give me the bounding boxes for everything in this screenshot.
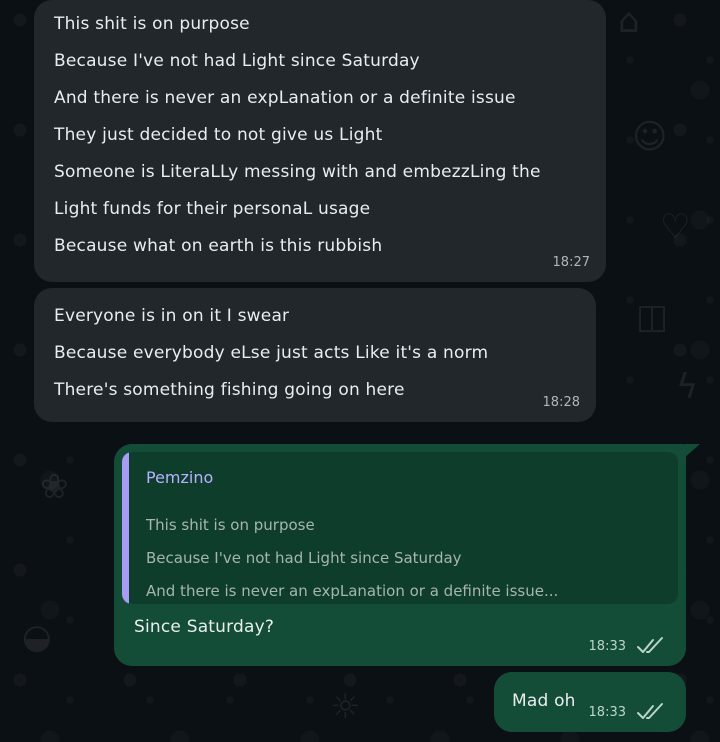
message-text-line: Because everybody eLse just acts Like it… <box>54 343 489 363</box>
smiley-icon: ☺ <box>632 117 668 157</box>
double-check-read-icon <box>637 703 663 719</box>
quote-author: Pemzino <box>146 468 214 487</box>
paw-icon: ❀ <box>40 467 69 507</box>
quote-text-line: This shit is on purpose <box>146 516 315 534</box>
quote-accent-bar <box>122 452 129 604</box>
quote-text-line: And there is never an expLanation or a d… <box>146 582 559 600</box>
message-text-line: Because I've not had Light since Saturda… <box>54 51 420 71</box>
camera-icon: ◫ <box>636 297 669 337</box>
incoming-message[interactable]: Everyone is in on it I swear Because eve… <box>34 288 596 422</box>
message-text: Mad oh <box>512 691 576 711</box>
outgoing-message[interactable]: Mad oh 18:33 <box>494 672 686 732</box>
lightning-icon: ϟ <box>676 367 699 407</box>
quoted-message[interactable]: Pemzino This shit is on purpose Because … <box>122 452 678 604</box>
message-timestamp: 18:33 <box>588 705 626 720</box>
message-text-line: Because what on earth is this rubbish <box>54 236 383 256</box>
taco-icon: ◒ <box>22 617 52 657</box>
outgoing-message[interactable]: Pemzino This shit is on purpose Because … <box>114 444 686 666</box>
double-check-read-icon <box>637 637 663 653</box>
house-icon: ⌂ <box>618 1 640 41</box>
sun-icon: ☼ <box>330 687 361 727</box>
heart-icon: ♡ <box>660 207 691 247</box>
quote-text-line: Because I've not had Light since Saturda… <box>146 549 462 567</box>
message-text-line: This shit is on purpose <box>54 14 250 34</box>
message-timestamp: 18:27 <box>552 255 590 270</box>
message-timestamp: 18:33 <box>588 639 626 654</box>
message-text-line: Light funds for their personaL usage <box>54 199 371 219</box>
message-text-line: And there is never an expLanation or a d… <box>54 88 516 108</box>
bubble-tail <box>684 444 700 458</box>
message-text-line: Someone is LiteraLLy messing with and em… <box>54 162 541 182</box>
message-timestamp: 18:28 <box>542 395 580 410</box>
message-text-line: They just decided to not give us Light <box>54 125 383 145</box>
message-text-line: Everyone is in on it I swear <box>54 306 290 326</box>
incoming-message[interactable]: This shit is on purpose Because I've not… <box>34 0 606 282</box>
message-text: Since Saturday? <box>134 617 275 637</box>
message-text-line: There's something fishing going on here <box>54 380 405 400</box>
